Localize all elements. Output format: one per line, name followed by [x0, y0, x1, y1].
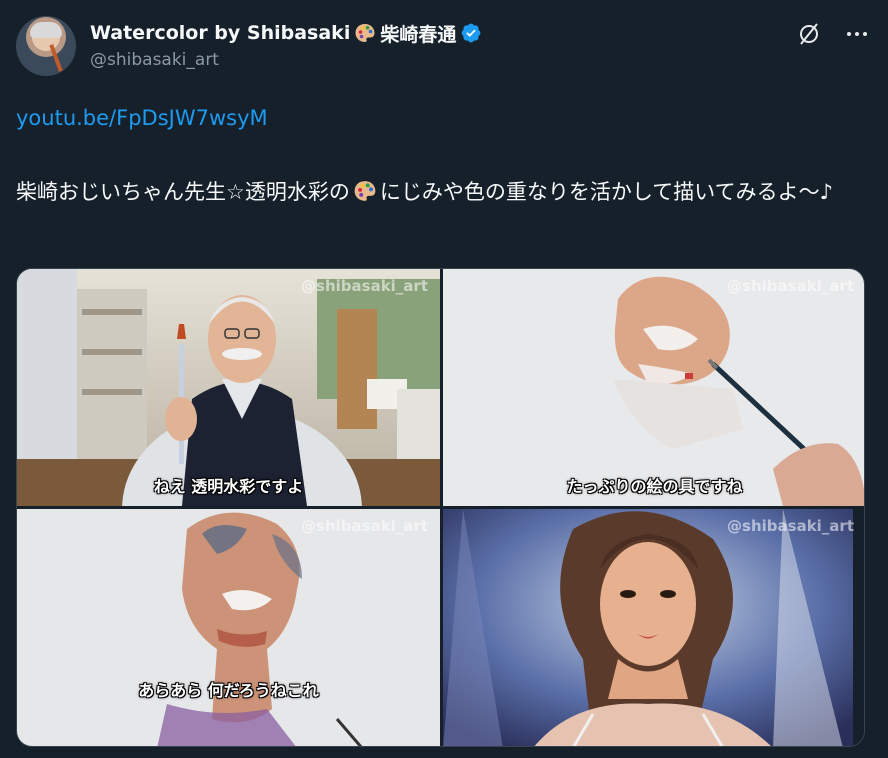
- media-video-thumbnail-1[interactable]: @shibasaki_art ねえ 透明水彩ですよ: [17, 269, 440, 506]
- youtube-link[interactable]: youtu.be/FpDsJW7wsyM: [16, 106, 268, 130]
- author-name-row[interactable]: Watercolor by Shibasaki 柴崎春通: [90, 20, 482, 46]
- tweet-text-part1: 柴崎おじいちゃん先生☆透明水彩の: [16, 180, 350, 204]
- watermark: @shibasaki_art: [301, 277, 428, 295]
- media-video-thumbnail-4[interactable]: @shibasaki_art: [443, 509, 864, 746]
- watermark: @shibasaki_art: [727, 277, 854, 295]
- watermark: @shibasaki_art: [301, 517, 428, 535]
- artist-palette-emoji-icon: [354, 22, 376, 44]
- artist-palette-emoji-icon: [350, 178, 380, 202]
- tweet-text: 柴崎おじいちゃん先生☆透明水彩の にじみや色の重なりを活かして描いてみるよ〜♪: [16, 174, 866, 210]
- author-display-name-suffix[interactable]: 柴崎春通: [380, 20, 456, 47]
- more-icon[interactable]: [842, 20, 872, 48]
- media-video-thumbnail-3[interactable]: @shibasaki_art あらあら 何だろうねこれ: [17, 509, 440, 746]
- grok-icon[interactable]: [794, 20, 824, 48]
- media-video-thumbnail-2[interactable]: @shibasaki_art たっぷりの絵の具ですね: [443, 269, 864, 506]
- video-subtitle: あらあら 何だろうねこれ: [138, 681, 319, 700]
- video-subtitle: ねえ 透明水彩ですよ: [153, 477, 304, 496]
- author-handle[interactable]: @shibasaki_art: [90, 50, 219, 70]
- video-subtitle: たっぷりの絵の具ですね: [566, 477, 743, 496]
- media-grid: @shibasaki_art ねえ 透明水彩ですよ @shibasaki_art…: [16, 268, 865, 747]
- watermark: @shibasaki_art: [727, 517, 854, 535]
- author-avatar[interactable]: [16, 16, 76, 76]
- verified-badge-icon: [460, 22, 482, 44]
- tweet-text-part2: にじみや色の重なりを活かして描いてみるよ〜♪: [379, 180, 833, 204]
- author-display-name[interactable]: Watercolor by Shibasaki: [90, 22, 350, 44]
